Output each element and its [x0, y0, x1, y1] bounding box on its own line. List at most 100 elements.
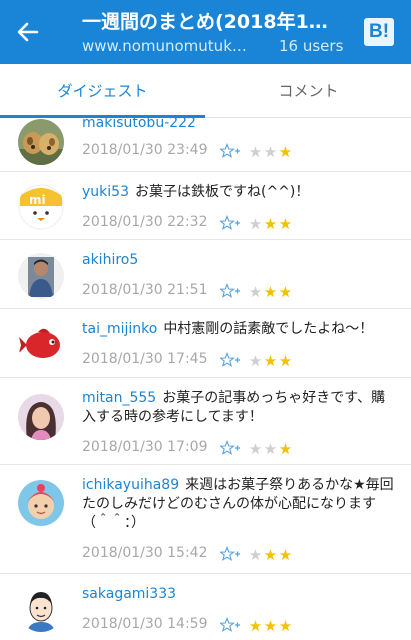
star-icon: ★: [248, 440, 263, 458]
user-avatar[interactable]: [18, 321, 64, 367]
comment-meta: 2018/01/30 17:45 ★ ★ ★: [82, 351, 382, 370]
comment-username[interactable]: makisutobu-222: [82, 118, 196, 131]
add-star-button[interactable]: [218, 283, 240, 299]
star-icon: ★: [248, 143, 263, 161]
comment-username[interactable]: akihiro5: [82, 252, 138, 268]
comment-item: mitan_555 お菓子の記事めっちゃ好きです、購入する時の参考にしてます！ 2…: [0, 379, 411, 465]
star-icon: ★: [263, 215, 278, 233]
comment-date[interactable]: 2018/01/30 17:45: [82, 351, 208, 367]
comment-username[interactable]: tai_mijinko: [82, 321, 157, 337]
star-icon: ★: [248, 215, 263, 233]
star-icon: ★: [278, 352, 293, 370]
person-avatar-icon: [18, 253, 64, 299]
svg-text:mi: mi: [29, 193, 46, 207]
comment-date[interactable]: 2018/01/30 14:59: [82, 616, 208, 632]
comment-item: mi yuki53 お菓子は鉄板ですね(^^)！ 2018/01/30 22:32…: [0, 173, 411, 240]
add-star-icon: [218, 440, 240, 455]
user-avatar[interactable]: [18, 394, 64, 440]
user-avatar[interactable]: [18, 119, 64, 165]
star-rating: ★ ★ ★: [248, 439, 293, 458]
comment-text: お菓子は鉄板ですね(^^)！: [134, 184, 310, 200]
comment-date[interactable]: 2018/01/30 17:09: [82, 439, 208, 455]
comment-date[interactable]: 2018/01/30 23:49: [82, 142, 208, 158]
comment-meta: 2018/01/30 15:42 ★ ★ ★: [82, 545, 382, 564]
comment-date[interactable]: 2018/01/30 15:42: [82, 545, 208, 561]
comment-item: ichikayuiha89 来週はお菓子祭りあるかな★毎回たのしみだけどのむさんの…: [0, 466, 411, 574]
comment-meta: 2018/01/30 17:09 ★ ★ ★: [82, 439, 382, 458]
comment-body: mitan_555 お菓子の記事めっちゃ好きです、購入する時の参考にしてます！: [82, 389, 394, 427]
add-star-button[interactable]: [218, 215, 240, 231]
comment-body: makisutobu-222: [82, 118, 394, 133]
red-fish-avatar-icon: [18, 321, 64, 367]
bookmark-users-count[interactable]: 16 users: [279, 37, 343, 55]
comment-meta: 2018/01/30 22:32 ★ ★ ★: [82, 214, 382, 233]
star-icon: ★: [263, 352, 278, 370]
comment-username[interactable]: sakagami333: [82, 586, 176, 602]
star-rating: ★ ★ ★: [248, 214, 293, 233]
add-star-icon: [218, 283, 240, 298]
comment-username[interactable]: yuki53: [82, 184, 129, 200]
user-avatar[interactable]: [18, 253, 64, 299]
star-icon: ★: [263, 143, 278, 161]
comment-body: yuki53 お菓子は鉄板ですね(^^)！: [82, 183, 394, 202]
star-icon: ★: [278, 283, 293, 301]
add-star-icon: [218, 617, 240, 632]
comment-meta: 2018/01/30 23:49 ★ ★ ★: [82, 142, 382, 161]
star-icon: ★: [263, 546, 278, 564]
star-rating: ★ ★ ★: [248, 142, 293, 161]
comment-body: ichikayuiha89 来週はお菓子祭りあるかな★毎回たのしみだけどのむさんの…: [82, 476, 394, 533]
comment-item: tai_mijinko 中村憲剛の話素敵でしたよね〜！ 2018/01/30 17…: [0, 310, 411, 378]
comment-meta: 2018/01/30 21:51 ★ ★ ★: [82, 282, 382, 301]
add-star-button[interactable]: [218, 546, 240, 562]
comment-username[interactable]: ichikayuiha89: [82, 477, 179, 493]
comment-body: sakagami333: [82, 585, 394, 604]
comment-item: makisutobu-222 2018/01/30 23:49 ★ ★ ★: [0, 118, 411, 172]
comment-list[interactable]: makisutobu-222 2018/01/30 23:49 ★ ★ ★ mi y…: [0, 118, 411, 640]
star-icon: ★: [263, 440, 278, 458]
star-rating: ★ ★ ★: [248, 616, 293, 635]
star-icon: ★: [278, 143, 293, 161]
add-star-button[interactable]: [218, 617, 240, 633]
user-avatar[interactable]: [18, 480, 64, 526]
hatena-bookmark-logo[interactable]: B!: [364, 18, 394, 46]
comment-body: tai_mijinko 中村憲剛の話素敵でしたよね〜！: [82, 320, 394, 339]
star-icon: ★: [278, 215, 293, 233]
woman-avatar-icon: [18, 394, 64, 440]
add-star-button[interactable]: [218, 352, 240, 368]
comment-date[interactable]: 2018/01/30 22:32: [82, 214, 208, 230]
star-rating: ★ ★ ★: [248, 282, 293, 301]
star-icon: ★: [248, 546, 263, 564]
back-arrow-icon: [17, 22, 39, 42]
cartoon-man-avatar-icon: [18, 586, 64, 632]
page-url[interactable]: www.nomunomutuk…: [82, 37, 262, 55]
comment-item: akihiro5 2018/01/30 21:51 ★ ★ ★: [0, 241, 411, 309]
add-star-icon: [218, 352, 240, 367]
tab-comments[interactable]: コメント: [206, 64, 411, 118]
comment-username[interactable]: mitan_555: [82, 390, 156, 406]
user-avatar[interactable]: mi: [18, 184, 64, 230]
star-icon: ★: [278, 440, 293, 458]
comment-body: akihiro5: [82, 251, 394, 270]
add-star-icon: [218, 215, 240, 230]
comment-text: 中村憲剛の話素敵でしたよね〜！: [163, 321, 374, 337]
app-header: 一週間のまとめ(2018年1… www.nomunomutuk… 16 user…: [0, 0, 411, 64]
add-star-icon: [218, 143, 240, 158]
star-icon: ★: [248, 352, 263, 370]
add-star-button[interactable]: [218, 143, 240, 159]
add-star-icon: [218, 546, 240, 561]
comment-date[interactable]: 2018/01/30 21:51: [82, 282, 208, 298]
star-icon: ★: [278, 617, 293, 635]
baby-avatar-icon: [18, 480, 64, 526]
add-star-button[interactable]: [218, 440, 240, 456]
back-button[interactable]: [14, 18, 42, 46]
comment-meta: 2018/01/30 14:59 ★ ★ ★: [82, 616, 382, 635]
star-icon: ★: [263, 283, 278, 301]
star-icon: ★: [248, 283, 263, 301]
page-title[interactable]: 一週間のまとめ(2018年1…: [82, 7, 350, 34]
tab-bar: ダイジェスト コメント: [0, 64, 411, 118]
star-rating: ★ ★ ★: [248, 351, 293, 370]
tab-digest[interactable]: ダイジェスト: [0, 64, 205, 118]
user-avatar[interactable]: [18, 586, 64, 632]
star-icon: ★: [248, 617, 263, 635]
star-icon: ★: [263, 617, 278, 635]
